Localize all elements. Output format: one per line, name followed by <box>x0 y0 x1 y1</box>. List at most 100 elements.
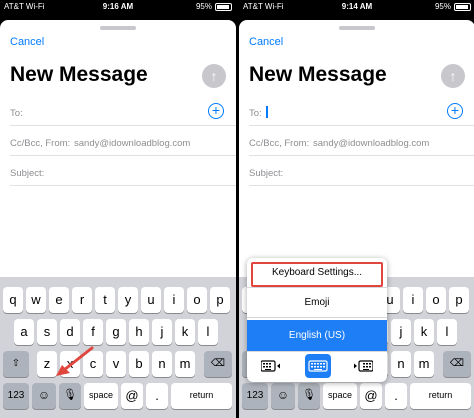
backspace-icon: ⌫ <box>449 358 465 369</box>
key[interactable]: n <box>152 351 172 377</box>
send-button[interactable]: ↑ <box>202 64 226 88</box>
key[interactable]: p <box>210 287 230 313</box>
keyboard-left-icon[interactable] <box>261 358 281 374</box>
from-value: sandy@idownloadblog.com <box>74 138 191 149</box>
to-label: To: <box>10 108 23 119</box>
key[interactable]: w <box>26 287 46 313</box>
emoji-icon: ☺ <box>37 388 51 402</box>
pointer-arrow-icon <box>56 346 94 376</box>
key[interactable]: j <box>152 319 172 345</box>
key[interactable]: n <box>391 351 411 377</box>
cancel-button[interactable]: Cancel <box>10 36 44 48</box>
space-key[interactable]: space <box>323 383 357 409</box>
callout-highlight <box>251 262 383 287</box>
cancel-button[interactable]: Cancel <box>249 36 283 48</box>
shift-icon: ⇧ <box>11 358 21 369</box>
return-key[interactable]: return <box>171 383 232 409</box>
key[interactable]: f <box>83 319 103 345</box>
key[interactable]: m <box>175 351 195 377</box>
key[interactable]: y <box>118 287 138 313</box>
at-key[interactable]: @ <box>121 383 143 409</box>
subject-field[interactable]: Subject: <box>10 158 236 186</box>
key[interactable]: d <box>60 319 80 345</box>
send-button[interactable]: ↑ <box>441 64 465 88</box>
to-field[interactable]: To: + <box>249 98 474 126</box>
return-key[interactable]: return <box>410 383 471 409</box>
emoji-icon: ☺ <box>276 388 290 402</box>
key[interactable]: j <box>391 319 411 345</box>
key[interactable]: h <box>129 319 149 345</box>
key[interactable]: m <box>414 351 434 377</box>
subject-label: Subject: <box>10 168 45 179</box>
menu-item-english-us[interactable]: English (US) <box>247 320 387 352</box>
add-contact-button[interactable]: + <box>447 103 463 119</box>
page-title: New Message <box>10 63 148 86</box>
cc-from-field[interactable]: Cc/Bcc, From: sandy@idownloadblog.com <box>10 128 236 156</box>
key[interactable]: r <box>72 287 92 313</box>
subject-field[interactable]: Subject: <box>249 158 474 186</box>
shift-key[interactable]: ⇧ <box>3 351 29 377</box>
sheet-grabber[interactable] <box>100 26 136 30</box>
arrow-up-icon: ↑ <box>210 68 218 84</box>
space-key[interactable]: space <box>84 383 118 409</box>
battery-percent: 95% <box>195 2 212 11</box>
dictation-key[interactable]: 🎙 <box>59 383 81 409</box>
emoji-key[interactable]: ☺ <box>271 383 295 409</box>
key[interactable]: u <box>141 287 161 313</box>
key[interactable]: i <box>403 287 423 313</box>
arrow-up-icon: ↑ <box>449 68 457 84</box>
from-value: sandy@idownloadblog.com <box>313 138 430 149</box>
key[interactable]: o <box>426 287 446 313</box>
key[interactable]: b <box>129 351 149 377</box>
key[interactable]: e <box>49 287 69 313</box>
key[interactable]: i <box>164 287 184 313</box>
text-cursor <box>266 106 268 118</box>
key[interactable]: l <box>198 319 218 345</box>
menu-item-emoji[interactable]: Emoji <box>247 288 387 318</box>
emoji-key[interactable]: ☺ <box>32 383 56 409</box>
key[interactable]: t <box>95 287 115 313</box>
key[interactable]: a <box>14 319 34 345</box>
backspace-key[interactable]: ⌫ <box>204 351 232 377</box>
keyboard-layout-options <box>247 352 387 382</box>
keyboard-switcher-menu: Keyboard Settings... Emoji English (US) <box>247 258 387 382</box>
status-bar: AT&T Wi-Fi 9:14 AM 95% <box>239 0 474 14</box>
microphone-icon: 🎙 <box>302 389 316 401</box>
key[interactable]: p <box>449 287 469 313</box>
key[interactable]: q <box>3 287 23 313</box>
battery-percent: 95% <box>434 2 451 11</box>
key[interactable]: k <box>175 319 195 345</box>
dot-key[interactable]: . <box>146 383 168 409</box>
to-field[interactable]: To: + <box>10 98 236 126</box>
add-contact-button[interactable]: + <box>208 103 224 119</box>
key[interactable]: v <box>106 351 126 377</box>
key[interactable]: l <box>437 319 457 345</box>
numbers-key[interactable]: 123 <box>242 383 268 409</box>
key[interactable]: o <box>187 287 207 313</box>
at-key[interactable]: @ <box>360 383 382 409</box>
sheet-grabber[interactable] <box>339 26 375 30</box>
to-label: To: <box>249 108 262 119</box>
backspace-icon: ⌫ <box>210 358 226 369</box>
keyboard-full-icon[interactable] <box>308 358 328 374</box>
key[interactable]: g <box>106 319 126 345</box>
cc-from-label: Cc/Bcc, From: <box>249 138 310 149</box>
keyboard: q w e r t y u i o p a s d f g h j k l ⇧ … <box>0 277 236 418</box>
battery-icon <box>215 3 232 11</box>
dictation-key[interactable]: 🎙 <box>298 383 320 409</box>
right-screen: AT&T Wi-Fi 9:14 AM 95% Cancel New Messag… <box>239 0 474 418</box>
key[interactable]: s <box>37 319 57 345</box>
page-title: New Message <box>249 63 387 86</box>
backspace-key[interactable]: ⌫ <box>443 351 471 377</box>
microphone-icon: 🎙 <box>63 389 77 401</box>
cc-from-field[interactable]: Cc/Bcc, From: sandy@idownloadblog.com <box>249 128 474 156</box>
keyboard-right-icon[interactable] <box>353 358 373 374</box>
left-screen: AT&T Wi-Fi 9:16 AM 95% Cancel New Messag… <box>0 0 236 418</box>
key[interactable]: k <box>414 319 434 345</box>
numbers-key[interactable]: 123 <box>3 383 29 409</box>
status-bar: AT&T Wi-Fi 9:16 AM 95% <box>0 0 236 14</box>
cc-from-label: Cc/Bcc, From: <box>10 138 71 149</box>
dot-key[interactable]: . <box>385 383 407 409</box>
battery-icon <box>454 3 471 11</box>
subject-label: Subject: <box>249 168 284 179</box>
